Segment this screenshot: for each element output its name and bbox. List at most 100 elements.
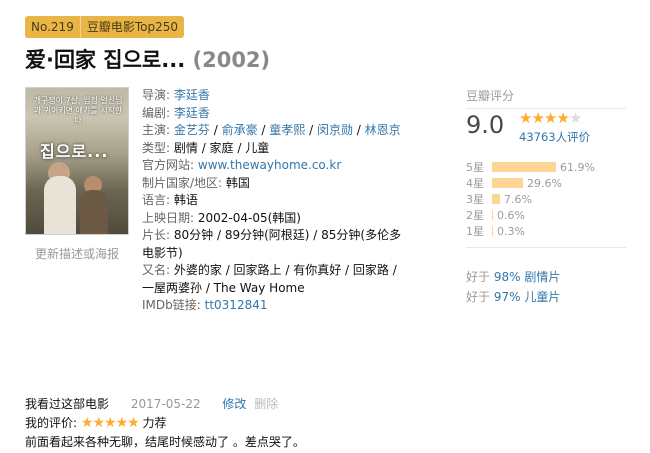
star-icon: ★ xyxy=(531,109,544,127)
rating-row: 3星 7.6% xyxy=(466,191,626,207)
rating-title: 豆瓣评分 xyxy=(466,87,626,109)
writer-row: 编剧: 李廷香 xyxy=(142,105,404,123)
rating-score: 9.0 xyxy=(466,111,505,139)
website-link[interactable]: www.thewayhome.co.kr xyxy=(198,158,341,172)
better-than-prefix: 好于 xyxy=(466,290,491,304)
poster-title: 집으로... xyxy=(40,142,109,161)
country-row: 制片国家/地区: 韩国 xyxy=(142,175,404,193)
movie-title: 爱·回家 집으로... (2002) xyxy=(25,44,270,74)
aka-label: 又名: xyxy=(142,263,171,277)
star-icon: ★ xyxy=(543,109,557,127)
runtime-label: 片长: xyxy=(142,228,171,242)
country-value: 韩国 xyxy=(225,175,250,190)
movie-info: 导演: 李廷香 编剧: 李廷香 主演: 金艺芬 / 俞承豪 / 童孝熙 / 闵京… xyxy=(142,87,404,315)
rating-row-label: 5星 xyxy=(466,161,484,174)
better-than-link[interactable]: 97% 儿童片 xyxy=(494,290,561,304)
release-value: 2002-04-05(韩国) xyxy=(197,210,301,225)
rating-row-percent: 7.6% xyxy=(504,192,532,206)
half-star-icon: ★ xyxy=(568,109,582,127)
cast-link[interactable]: 俞承豪 xyxy=(222,123,258,137)
my-rating-label: 我的评价: xyxy=(25,416,78,430)
rating-bar xyxy=(492,194,500,204)
rank-number: No.219 xyxy=(25,16,81,38)
update-poster-link[interactable]: 更新描述或海报 xyxy=(35,245,119,262)
poster-tagline: 개구쟁이 7살, 엄청 얼신님과 귀여키면 얘기를 시작한다 xyxy=(33,96,123,125)
my-rating-stars: ★★★★★ xyxy=(80,415,140,431)
imdb-link[interactable]: tt0312841 xyxy=(205,298,268,312)
rating-stars: ★★★★★ xyxy=(519,109,582,127)
better-than-prefix: 好于 xyxy=(466,270,491,284)
watched-label: 我看过这部电影 xyxy=(25,397,110,411)
star-icon: ★ xyxy=(92,415,105,431)
edit-link[interactable]: 修改 xyxy=(222,397,246,411)
genre-label: 类型: xyxy=(142,140,171,155)
cast-row: 主演: 金艺芬 / 俞承豪 / 童孝熙 / 闵京勋 / 林恩京 xyxy=(142,123,401,137)
genre-row: 类型: 剧情 / 家庭 / 儿童 xyxy=(142,140,404,158)
country-label: 制片国家/地区: xyxy=(142,175,223,190)
better-than-row: 好于 98% 剧情片 xyxy=(466,267,560,287)
rating-row: 5星 61.9% xyxy=(466,159,626,175)
better-than-link[interactable]: 98% 剧情片 xyxy=(494,270,561,284)
genre-value: 剧情 / 家庭 / 儿童 xyxy=(173,140,270,155)
my-rating-word: 力荐 xyxy=(142,416,167,430)
rating-row-label: 3星 xyxy=(466,193,484,206)
poster-figure xyxy=(44,176,76,234)
director-row: 导演: 李廷香 xyxy=(142,87,404,105)
star-icon: ★ xyxy=(556,109,569,127)
cast-link[interactable]: 林恩京 xyxy=(365,123,401,137)
writer-link[interactable]: 李廷香 xyxy=(174,106,210,120)
star-icon: ★ xyxy=(104,415,117,431)
website-row: 官方网站: www.thewayhome.co.kr xyxy=(142,157,404,175)
rating-row-percent: 29.6% xyxy=(527,176,562,190)
my-review: 我看过这部电影 2017-05-22 修改 删除 我的评价: ★★★★★ 力荐 … xyxy=(25,395,305,452)
star-icon: ★ xyxy=(127,415,140,431)
language-label: 语言: xyxy=(142,193,171,207)
language-row: 语言: 韩语 xyxy=(142,192,404,210)
better-than: 好于 98% 剧情片 好于 97% 儿童片 xyxy=(466,267,560,307)
runtime-row: 片长: 80分钟 / 89分钟(阿根廷) / 85分钟(多伦多电影节) xyxy=(142,227,404,262)
cast-link[interactable]: 金艺芬 xyxy=(174,123,210,137)
rating-count-link[interactable]: 43763人评价 xyxy=(519,129,590,145)
star-icon: ★ xyxy=(80,415,94,431)
cast-link[interactable]: 闵京勋 xyxy=(317,123,353,137)
runtime-value: 80分钟 / 89分钟(阿根廷) / 85分钟(多伦多电影节) xyxy=(142,228,402,260)
cast-label: 主演: xyxy=(142,123,171,137)
rating-bar xyxy=(492,226,493,236)
top250-badge[interactable]: No.219 豆瓣电影Top250 xyxy=(25,16,184,38)
release-label: 上映日期: xyxy=(142,210,195,225)
release-row: 上映日期: 2002-04-05(韩国) xyxy=(142,210,404,228)
rating-row-label: 4星 xyxy=(466,177,484,190)
douban-rating: 豆瓣评分 9.0 ★★★★★ 43763人评价 5星 61.9% 4星 29.6… xyxy=(466,87,626,304)
rating-row-percent: 61.9% xyxy=(560,160,595,174)
rating-distribution: 5星 61.9% 4星 29.6% 3星 7.6% 2星 0.6% 1星 0.3… xyxy=(466,159,626,239)
better-than-row: 好于 97% 儿童片 xyxy=(466,287,560,307)
writer-label: 编剧: xyxy=(142,105,171,120)
rating-bar xyxy=(492,178,523,188)
top250-label: 豆瓣电影Top250 xyxy=(86,20,178,34)
rating-divider xyxy=(466,247,626,248)
watched-date: 2017-05-22 xyxy=(130,397,201,411)
director-label: 导演: xyxy=(142,88,171,102)
rating-row: 1星 0.3% xyxy=(466,223,626,239)
rating-bar xyxy=(492,162,556,172)
star-icon: ★ xyxy=(519,109,532,127)
star-icon: ★ xyxy=(115,415,129,431)
rating-row-label: 2星 xyxy=(466,209,484,222)
delete-link[interactable]: 删除 xyxy=(254,397,278,411)
rating-row-percent: 0.6% xyxy=(497,208,525,222)
movie-name: 爱·回家 집으로... xyxy=(25,48,186,72)
aka-row: 又名: 外婆的家 / 回家路上 / 有你真好 / 回家路 / 一屋两婆孙 / T… xyxy=(142,262,404,297)
rating-row: 2星 0.6% xyxy=(466,207,626,223)
director-link[interactable]: 李廷香 xyxy=(174,88,210,102)
rating-bar xyxy=(492,210,493,220)
cast-link[interactable]: 童孝熙 xyxy=(269,123,305,137)
rating-row-label: 1星 xyxy=(466,225,484,238)
website-label: 官方网站: xyxy=(142,158,195,172)
aka-value: 外婆的家 / 回家路上 / 有你真好 / 回家路 / 一屋两婆孙 / The W… xyxy=(142,263,397,295)
movie-year: (2002) xyxy=(192,48,271,72)
imdb-row: IMDb链接: tt0312841 xyxy=(142,297,404,315)
watched-row: 我看过这部电影 2017-05-22 修改 删除 xyxy=(25,395,305,414)
my-comment: 前面看起来各种无聊，结尾时候感动了 。差点哭了。 xyxy=(25,435,305,449)
my-rating-row: 我的评价: ★★★★★ 力荐 xyxy=(25,414,305,433)
movie-poster[interactable]: 개구쟁이 7살, 엄청 얼신님과 귀여키면 얘기를 시작한다 집으로... xyxy=(25,87,129,235)
